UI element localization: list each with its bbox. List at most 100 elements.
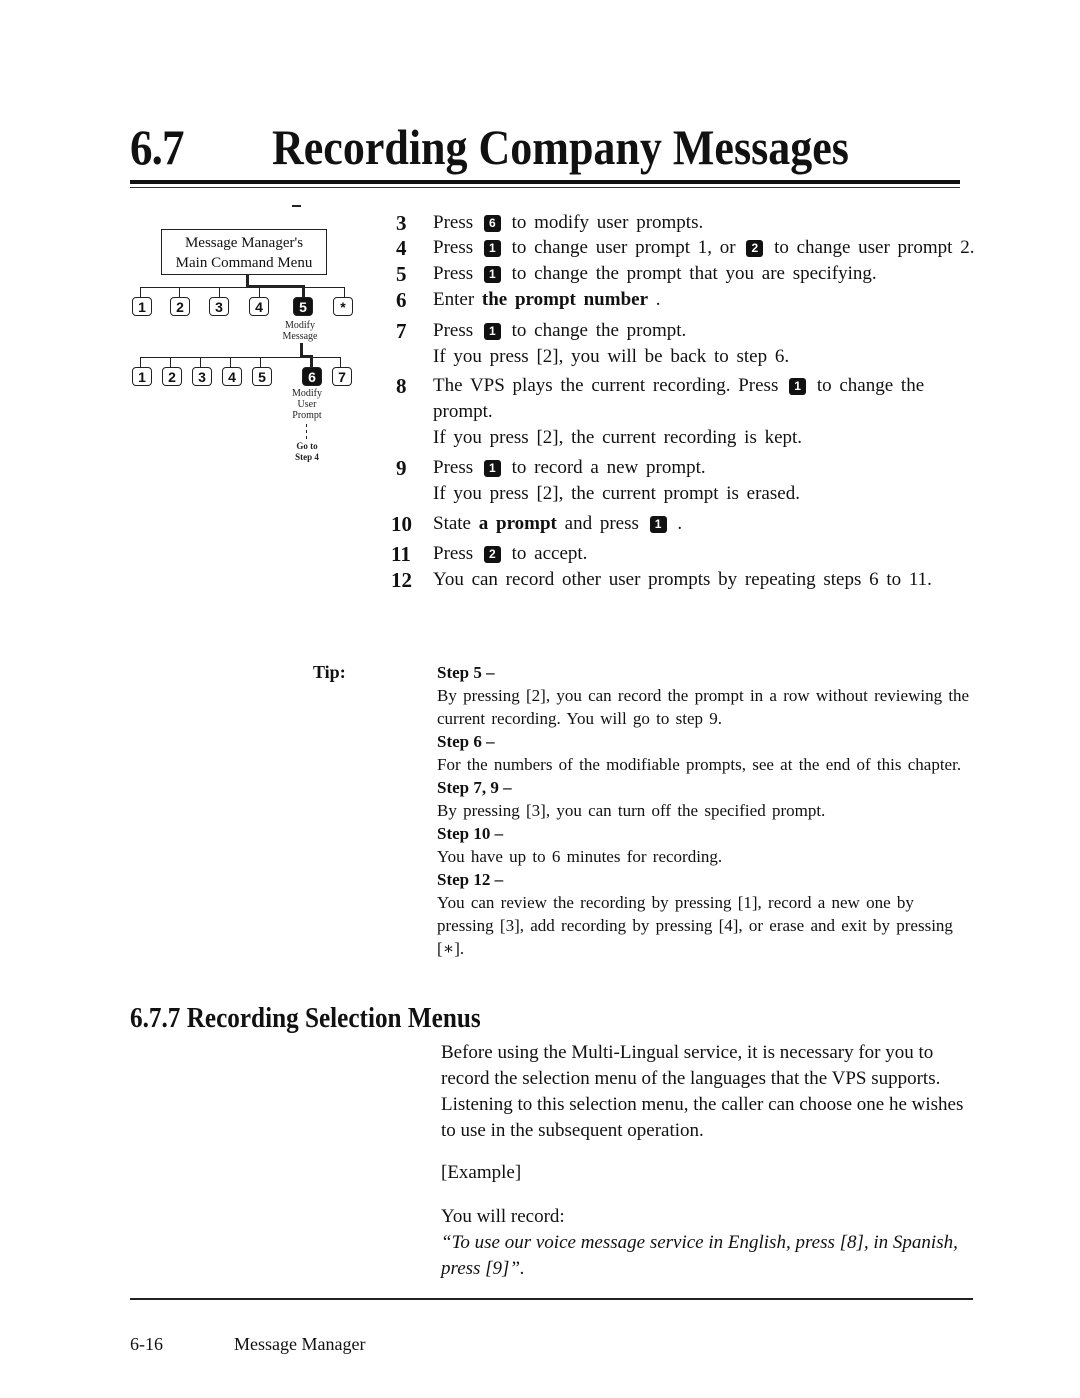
title-rule-thick	[130, 180, 960, 184]
key-2: 2	[162, 367, 182, 386]
step-text: Press	[433, 457, 481, 478]
tip-list: Step 5 – By pressing [2], you can record…	[437, 661, 972, 960]
key-1-icon: 1	[483, 323, 501, 340]
tip-body: By pressing [2], you can record the prom…	[437, 686, 970, 728]
label-line: Modify	[285, 320, 315, 331]
step-number: 8	[396, 374, 407, 398]
example-label: [Example]	[441, 1162, 522, 1183]
step-7: 7 Press 1 to change the prompt. If you p…	[396, 318, 976, 370]
step-text: and press	[564, 513, 647, 534]
step-text: Enter	[433, 289, 482, 310]
connector	[230, 357, 231, 367]
section-number: 6.7	[130, 119, 184, 175]
tip-body: By pressing [3], you can turn off the sp…	[437, 801, 826, 820]
step-text: The VPS plays the current recording. Pre…	[433, 375, 787, 396]
step-3: 3 Press 6 to modify user prompts.	[396, 210, 976, 236]
modify-user-prompt-label: Modify User Prompt	[282, 388, 332, 421]
page-title: 6.7 Recording Company Messages	[130, 118, 960, 188]
step-number: 5	[396, 262, 407, 286]
tip-heading: Step 12 –	[437, 870, 504, 889]
key-3: 3	[192, 367, 212, 386]
step-text: State	[433, 513, 479, 534]
step-number: 9	[396, 456, 407, 480]
connector	[259, 287, 260, 297]
step-list: 3 Press 6 to modify user prompts. 4 Pres…	[391, 210, 976, 593]
step-text: Press	[433, 543, 481, 564]
step-note: If you press [2], the current prompt is …	[433, 483, 800, 504]
step-text: You can record other user prompts by rep…	[433, 569, 932, 590]
tip-heading: Step 5 –	[437, 663, 495, 682]
step-number: 12	[391, 568, 412, 592]
step-4: 4 Press 1 to change user prompt 1, or 2 …	[396, 235, 976, 261]
step-9: 9 Press 1 to record a new prompt. If you…	[396, 455, 976, 507]
section-title: Recording Company Messages	[272, 119, 849, 175]
step-text: .	[669, 513, 683, 534]
paragraph: Listening to this selection menu, the ca…	[441, 1094, 964, 1141]
key-1-icon: 1	[649, 516, 667, 533]
tip-heading: Step 6 –	[437, 732, 495, 751]
step-5: 5 Press 1 to change the prompt that you …	[396, 261, 976, 287]
goto-step-label: Go to Step 4	[282, 441, 332, 463]
step-text: to record a new prompt.	[503, 457, 706, 478]
key-6-icon: 6	[483, 215, 501, 232]
subsection-heading: 6.7.7 Recording Selection Menus	[130, 1003, 481, 1034]
page-number: 6-16	[130, 1334, 163, 1354]
connector	[302, 285, 305, 297]
key-2-icon: 2	[483, 546, 501, 563]
label-line: Message	[282, 331, 318, 342]
dotted-connector	[306, 436, 307, 439]
title-rule-thin	[130, 187, 960, 188]
step-number: 11	[391, 542, 411, 566]
tip-heading: Step 10 –	[437, 824, 504, 843]
dash-mark	[292, 205, 301, 207]
connector	[140, 287, 141, 297]
key-5: 5	[252, 367, 272, 386]
example-quote: “To use our voice message service in Eng…	[441, 1232, 958, 1279]
footer-rule	[130, 1298, 973, 1300]
step-10: 10 State a prompt and press 1 .	[391, 511, 976, 537]
connector	[170, 357, 171, 367]
modify-message-label: Modify Message	[270, 320, 330, 342]
step-note: If you press [2], you will be back to st…	[433, 346, 790, 367]
key-1-icon: 1	[483, 266, 501, 283]
step-text: Press	[433, 237, 481, 258]
main-command-menu-box: Message Manager's Main Command Menu	[161, 229, 327, 275]
key-1: 1	[132, 367, 152, 386]
step-emphasis: the prompt number	[481, 289, 649, 310]
manual-title: Message Manager	[234, 1334, 366, 1354]
menu-box-line-1: Message Manager's	[184, 235, 304, 251]
key-6-selected: 6	[302, 367, 322, 386]
step-text: Press	[433, 320, 481, 341]
step-number: 7	[396, 319, 407, 343]
tip-body: For the numbers of the modifiable prompt…	[437, 755, 962, 774]
connector	[340, 357, 341, 367]
menu-box-line-2: Main Command Menu	[175, 255, 313, 271]
connector	[179, 287, 180, 297]
step-text: to change user prompt 1, or	[503, 237, 744, 258]
step-text: to change the prompt that you are specif…	[503, 263, 877, 284]
step-text: to change user prompt 2.	[766, 237, 975, 258]
key-4: 4	[249, 297, 269, 316]
step-text: to change the prompt.	[503, 320, 687, 341]
connector	[344, 287, 345, 297]
step-emphasis: a prompt	[478, 513, 557, 534]
key-4: 4	[222, 367, 242, 386]
step-text: Press	[433, 212, 481, 233]
step-8: 8 The VPS plays the current recording. P…	[396, 373, 976, 451]
step-note: If you press [2], the current recording …	[433, 427, 803, 448]
tip-body: You have up to 6 minutes for recording.	[437, 847, 723, 866]
key-3: 3	[209, 297, 229, 316]
step-number: 10	[391, 512, 412, 536]
tip-body: You can review the recording by pressing…	[437, 893, 953, 958]
step-text: .	[648, 289, 661, 310]
step-text: to accept.	[503, 543, 588, 564]
key-2-icon: 2	[746, 240, 764, 257]
key-7: 7	[332, 367, 352, 386]
connector	[219, 287, 220, 297]
key-1-icon: 1	[789, 378, 807, 395]
connector	[310, 355, 313, 367]
label-line: Modify	[292, 388, 322, 399]
step-number: 3	[396, 211, 407, 235]
tip-label: Tip:	[313, 662, 346, 682]
paragraph: Before using the Multi-Lingual service, …	[441, 1042, 941, 1089]
